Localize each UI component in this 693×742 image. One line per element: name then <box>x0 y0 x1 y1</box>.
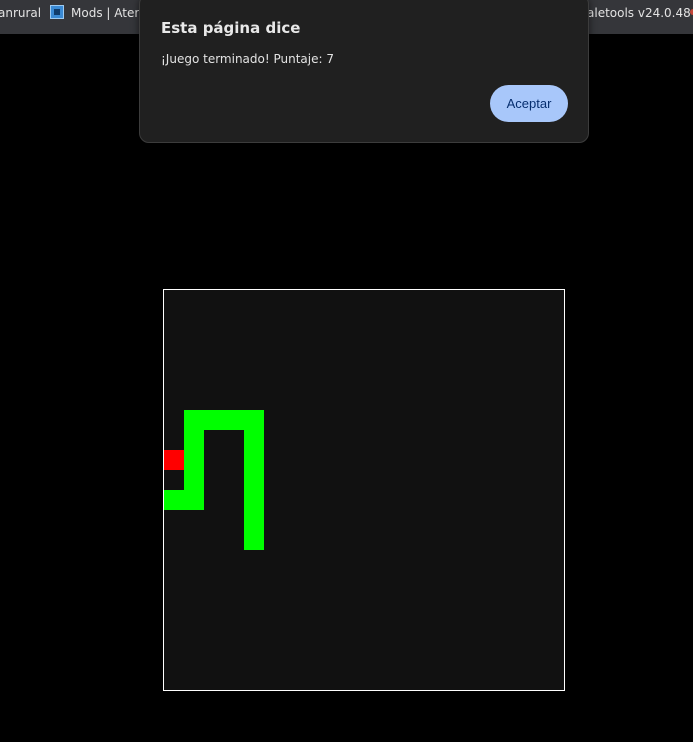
bookmark-aletools[interactable]: aletools v24.0.48 <box>587 0 691 26</box>
snake-segment <box>184 470 204 490</box>
snake-segment <box>244 450 264 470</box>
bookmark-label: anrural <box>0 6 42 20</box>
accept-button[interactable]: Aceptar <box>490 85 568 122</box>
page: anrural Mods | Atern aletools v24.0.48 E… <box>0 0 693 742</box>
aternos-icon <box>50 5 64 19</box>
snake-segment <box>224 410 244 430</box>
snake-segment <box>244 430 264 450</box>
snake-segment <box>184 410 204 430</box>
dialog-message: ¡Juego terminado! Puntaje: 7 <box>161 52 334 66</box>
snake-head <box>244 530 264 550</box>
snake-segment <box>244 410 264 430</box>
game-canvas[interactable] <box>163 289 565 691</box>
dialog-title: Esta página dice <box>161 19 301 37</box>
bookmark-anrural[interactable]: anrural <box>0 0 41 26</box>
bookmark-label: aletools v24.0.48 <box>587 6 691 20</box>
snake-segment <box>244 470 264 490</box>
snake-segment <box>184 430 204 450</box>
alert-dialog: Esta página dice ¡Juego terminado! Punta… <box>139 0 589 143</box>
bookmark-mods-aternos[interactable]: Mods | Atern <box>50 0 147 26</box>
snake-segment <box>184 450 204 470</box>
snake-segment <box>184 490 204 510</box>
snake-segment <box>164 490 184 510</box>
snake-segment <box>204 410 224 430</box>
bookmark-label: Mods | Atern <box>71 6 147 20</box>
snake-segment <box>244 490 264 510</box>
food <box>164 450 184 470</box>
snake-segment <box>244 510 264 530</box>
